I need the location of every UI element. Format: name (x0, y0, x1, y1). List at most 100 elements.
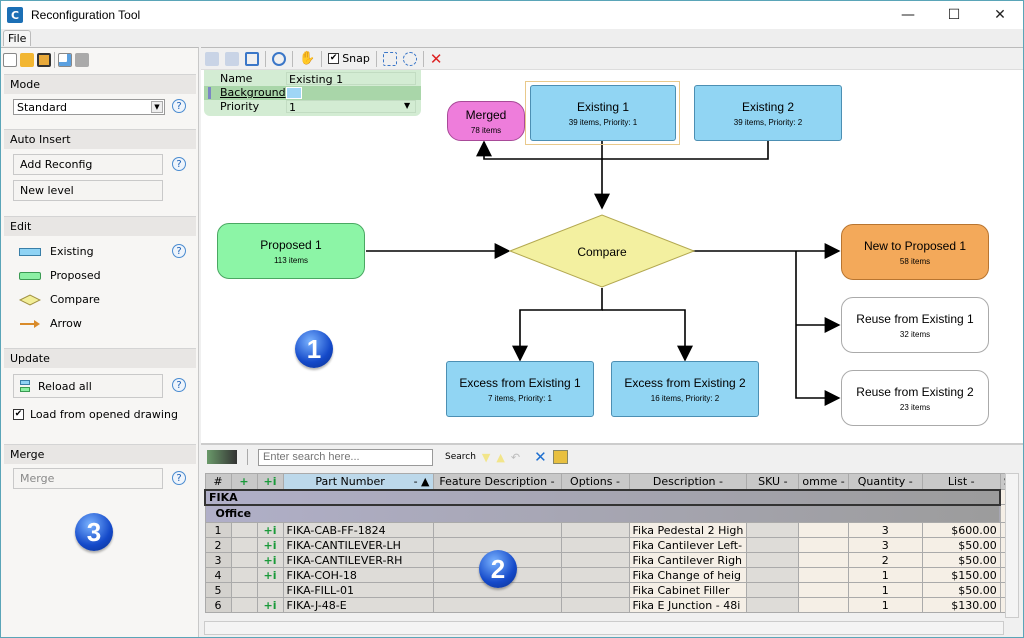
list-price-cell[interactable]: $50.00 (921, 552, 1001, 568)
col-part-number[interactable]: Part Number - ▲ (282, 473, 434, 490)
grid-settings-icon[interactable] (552, 450, 568, 464)
sku-cell[interactable] (746, 552, 800, 568)
feature-description-cell[interactable] (432, 597, 562, 613)
add-info-icon[interactable]: +i (264, 599, 277, 612)
quantity-cell[interactable]: 3 (847, 522, 923, 538)
node-new-to-proposed[interactable]: New to Proposed 1 58 items (841, 224, 989, 280)
grid-export-icon[interactable] (207, 450, 237, 464)
table-row[interactable]: 6 +i FIKA-J-48-E Fika E Junction - 48i 1 $130… (204, 597, 1015, 613)
table-row[interactable]: 4 +i FIKA-COH-18 Fika Change of heig 1 $150.0… (204, 567, 1015, 583)
reload-all-button[interactable]: Reload all (13, 374, 163, 398)
comment-cell[interactable] (798, 597, 849, 613)
node-merged[interactable]: Merged 78 items (447, 101, 525, 141)
add-info-icon[interactable]: +i (264, 554, 277, 567)
comment-cell[interactable] (798, 522, 849, 538)
sku-cell[interactable] (746, 522, 800, 538)
list-price-cell[interactable]: $50.00 (921, 582, 1001, 598)
description-cell[interactable]: Fika Cantilever Left- (628, 537, 748, 553)
part-number-cell[interactable]: FIKA-CAB-FF-1824 (282, 522, 434, 538)
description-cell[interactable]: Fika E Junction - 48i (628, 597, 748, 613)
row-number-cell[interactable]: 6 (204, 597, 232, 613)
options-cell[interactable] (560, 522, 630, 538)
node-proposed-1[interactable]: Proposed 1 113 items (217, 223, 365, 279)
quantity-cell[interactable]: 1 (847, 582, 923, 598)
info-cell[interactable]: +i (256, 537, 284, 553)
quantity-cell[interactable]: 1 (847, 567, 923, 583)
feature-description-cell[interactable] (432, 522, 562, 538)
col-row-number[interactable]: # (204, 473, 232, 490)
quantity-cell[interactable]: 3 (847, 537, 923, 553)
row-number-cell[interactable]: 5 (204, 582, 232, 598)
col-description[interactable]: Description - (628, 473, 748, 490)
add-info-icon[interactable]: +i (264, 539, 277, 552)
table-row[interactable]: 3 +i FIKA-CANTILEVER-RH Fika Cantilever Rig… (204, 552, 1015, 568)
print-preview-icon[interactable] (58, 53, 72, 67)
col-comment[interactable]: omme - (798, 473, 849, 490)
update-help-icon[interactable]: ? (172, 378, 186, 392)
node-existing-2[interactable]: Existing 2 39 items, Priority: 2 (694, 85, 842, 141)
add-cell[interactable] (230, 552, 258, 568)
dropdown-arrow-icon[interactable]: ▼ (151, 101, 163, 113)
close-button[interactable]: ✕ (977, 1, 1023, 29)
merge-button[interactable]: Merge (13, 468, 163, 489)
comment-cell[interactable] (798, 567, 849, 583)
quantity-cell[interactable]: 2 (847, 552, 923, 568)
description-cell[interactable]: Fika Pedestal 2 High (628, 522, 748, 538)
description-cell[interactable]: Fika Change of heig (628, 567, 748, 583)
col-info[interactable]: +i (256, 473, 284, 490)
add-reconfig-help-icon[interactable]: ? (172, 157, 186, 171)
row-number-cell[interactable]: 1 (204, 522, 232, 538)
options-cell[interactable] (560, 537, 630, 553)
table-row[interactable]: 2 +i FIKA-CANTILEVER-LH Fika Cantilever Lef… (204, 537, 1015, 553)
node-excess-2[interactable]: Excess from Existing 2 16 items, Priorit… (611, 361, 759, 417)
menu-file[interactable]: File (3, 30, 32, 46)
tool-existing[interactable]: Existing (19, 245, 94, 258)
row-number-cell[interactable]: 3 (204, 552, 232, 568)
maximize-button[interactable]: ☐ (931, 1, 977, 29)
load-from-drawing-checkbox[interactable]: ✔ (13, 409, 24, 420)
description-cell[interactable]: Fika Cabinet Filler (628, 582, 748, 598)
group-row[interactable]: FIKA (203, 488, 1015, 506)
add-cell[interactable] (230, 582, 258, 598)
list-price-cell[interactable]: $50.00 (921, 537, 1001, 553)
node-compare[interactable]: Compare (549, 244, 655, 260)
add-reconfig-button[interactable]: Add Reconfig (13, 154, 163, 175)
info-cell[interactable] (256, 582, 284, 598)
node-reuse-2[interactable]: Reuse from Existing 2 23 items (841, 370, 989, 426)
subgroup-row[interactable]: Office (204, 504, 1015, 523)
add-cell[interactable] (230, 522, 258, 538)
add-info-icon[interactable]: +i (264, 524, 277, 537)
new-level-button[interactable]: New level (13, 180, 163, 201)
info-cell[interactable]: +i (256, 522, 284, 538)
vertical-scrollbar[interactable] (1005, 473, 1019, 618)
part-number-cell[interactable]: FIKA-J-48-E (282, 597, 434, 613)
tool-compare[interactable]: Compare (19, 293, 100, 306)
part-number-cell[interactable]: FIKA-COH-18 (282, 567, 434, 583)
search-input[interactable] (258, 448, 433, 466)
open-folder-icon[interactable] (20, 53, 34, 67)
new-file-icon[interactable] (3, 53, 17, 67)
print-icon[interactable] (75, 53, 89, 67)
table-row[interactable]: 1 +i FIKA-CAB-FF-1824 Fika Pedestal 2 High 3… (204, 522, 1015, 538)
info-cell[interactable]: +i (256, 597, 284, 613)
list-price-cell[interactable]: $600.00 (921, 522, 1001, 538)
col-add[interactable]: + (230, 473, 258, 490)
edit-help-icon[interactable]: ? (172, 244, 186, 258)
col-quantity[interactable]: Quantity - (847, 473, 923, 490)
part-number-cell[interactable]: FIKA-CANTILEVER-RH (282, 552, 434, 568)
tool-arrow[interactable]: Arrow (19, 317, 82, 330)
add-info-icon[interactable]: +i (264, 569, 277, 582)
save-icon[interactable] (37, 53, 51, 67)
minimize-button[interactable]: — (885, 1, 931, 29)
list-price-cell[interactable]: $150.00 (921, 567, 1001, 583)
add-cell[interactable] (230, 567, 258, 583)
filter-up-icon[interactable]: ▲ (496, 451, 504, 464)
sku-cell[interactable] (746, 597, 800, 613)
undo-icon[interactable]: ↶ (511, 451, 520, 464)
quantity-cell[interactable]: 1 (847, 597, 923, 613)
part-number-cell[interactable]: FIKA-CANTILEVER-LH (282, 537, 434, 553)
info-cell[interactable]: +i (256, 567, 284, 583)
sku-cell[interactable] (746, 537, 800, 553)
row-number-cell[interactable]: 4 (204, 567, 232, 583)
node-excess-1[interactable]: Excess from Existing 1 7 items, Priority… (446, 361, 594, 417)
